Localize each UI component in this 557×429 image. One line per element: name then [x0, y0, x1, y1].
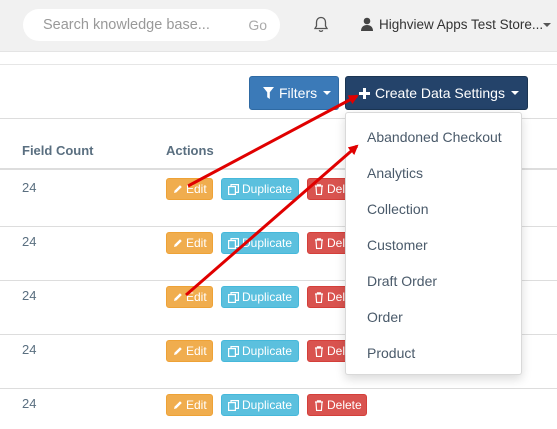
- dropdown-item-analytics[interactable]: Analytics: [367, 165, 423, 181]
- edit-button-label: Edit: [186, 344, 207, 358]
- filters-label: Filters: [279, 85, 318, 101]
- field-count-cell: 24: [22, 342, 37, 357]
- user-icon: [361, 17, 373, 31]
- chevron-down-icon[interactable]: [543, 23, 551, 27]
- filters-button[interactable]: Filters: [249, 76, 339, 110]
- copy-icon: [228, 237, 239, 249]
- store-name-menu[interactable]: Highview Apps Test Store...: [379, 17, 543, 32]
- edit-button-label: Edit: [186, 182, 207, 196]
- edit-button[interactable]: Edit: [166, 286, 213, 308]
- edit-button-label: Edit: [186, 398, 207, 412]
- duplicate-button[interactable]: Duplicate: [221, 232, 299, 254]
- dropdown-item-customer[interactable]: Customer: [367, 237, 428, 253]
- edit-button[interactable]: Edit: [166, 394, 213, 416]
- copy-icon: [228, 399, 239, 411]
- top-navbar: Go Highview Apps Test Store...: [0, 0, 557, 52]
- edit-button[interactable]: Edit: [166, 340, 213, 362]
- duplicate-button[interactable]: Duplicate: [221, 178, 299, 200]
- field-count-cell: 24: [22, 396, 37, 411]
- pencil-icon: [174, 239, 182, 247]
- field-count-cell: 24: [22, 288, 37, 303]
- trash-icon: [315, 291, 323, 303]
- field-count-cell: 24: [22, 234, 37, 249]
- duplicate-button[interactable]: Duplicate: [221, 286, 299, 308]
- delete-button[interactable]: Delete: [307, 394, 367, 416]
- dropdown-item-product[interactable]: Product: [367, 345, 415, 361]
- copy-icon: [228, 345, 239, 357]
- trash-icon: [315, 237, 323, 249]
- dropdown-item-abandoned-checkout[interactable]: Abandoned Checkout: [367, 129, 502, 145]
- create-data-settings-dropdown: Abandoned Checkout Analytics Collection Cus…: [345, 112, 522, 375]
- duplicate-button[interactable]: Duplicate: [221, 394, 299, 416]
- dropdown-item-draft-order[interactable]: Draft Order: [367, 273, 437, 289]
- delete-button-label: Delete: [327, 398, 362, 412]
- search-go-button[interactable]: Go: [248, 17, 267, 33]
- duplicate-button-label: Duplicate: [242, 398, 293, 412]
- edit-button-label: Edit: [186, 290, 207, 304]
- copy-icon: [228, 291, 239, 303]
- column-header-actions: Actions: [166, 143, 214, 158]
- edit-button-label: Edit: [186, 236, 207, 250]
- trash-icon: [315, 183, 323, 195]
- search-box: Go: [23, 9, 280, 41]
- trash-icon: [315, 345, 323, 357]
- dropdown-item-collection[interactable]: Collection: [367, 201, 428, 217]
- trash-icon: [315, 399, 323, 411]
- pencil-icon: [174, 185, 182, 193]
- copy-icon: [228, 183, 239, 195]
- field-count-cell: 24: [22, 180, 37, 195]
- row-divider: [0, 388, 557, 389]
- caret-down-icon: [323, 91, 332, 95]
- search-input[interactable]: [23, 9, 280, 41]
- duplicate-button-label: Duplicate: [242, 344, 293, 358]
- edit-button[interactable]: Edit: [166, 178, 213, 200]
- pencil-icon: [174, 401, 182, 409]
- duplicate-button[interactable]: Duplicate: [221, 340, 299, 362]
- dropdown-item-order[interactable]: Order: [367, 309, 403, 325]
- filter-icon: [263, 87, 274, 99]
- duplicate-button-label: Duplicate: [242, 182, 293, 196]
- pencil-icon: [174, 293, 182, 301]
- create-data-settings-button[interactable]: Create Data Settings: [345, 76, 528, 110]
- duplicate-button-label: Duplicate: [242, 290, 293, 304]
- pencil-icon: [174, 347, 182, 355]
- create-data-settings-label: Create Data Settings: [375, 85, 505, 101]
- edit-button[interactable]: Edit: [166, 232, 213, 254]
- bell-icon[interactable]: [313, 16, 329, 34]
- duplicate-button-label: Duplicate: [242, 236, 293, 250]
- column-header-field-count: Field Count: [22, 143, 94, 158]
- caret-down-icon: [510, 91, 519, 95]
- plus-icon: [359, 87, 370, 99]
